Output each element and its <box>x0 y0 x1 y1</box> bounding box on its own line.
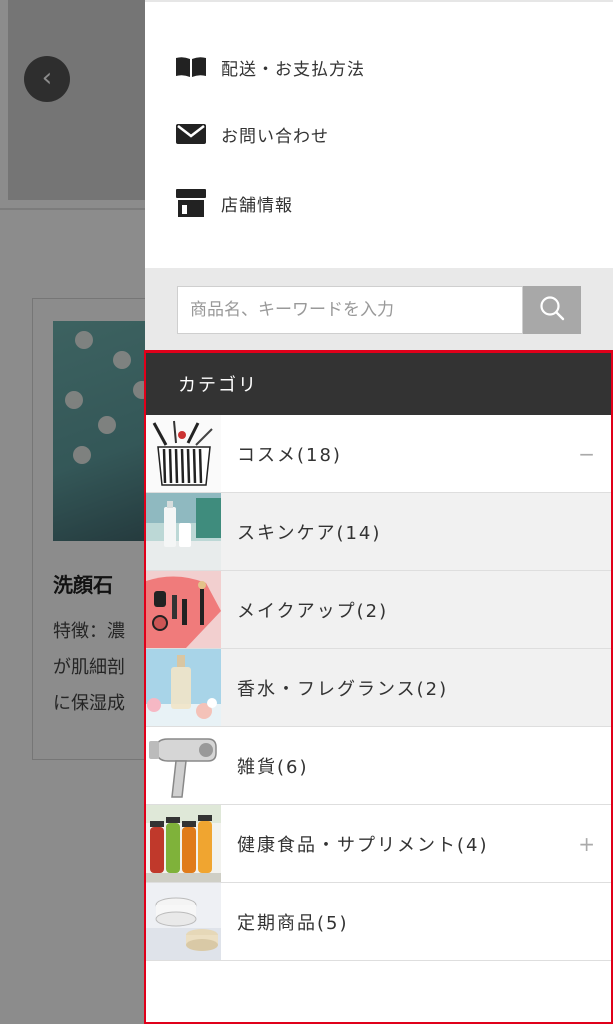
collapse-icon[interactable]: − <box>578 415 595 493</box>
menu-link-contact[interactable]: お問い合わせ <box>175 114 329 154</box>
book-icon <box>175 55 209 79</box>
menu-link-shipping-payment[interactable]: 配送・お支払方法 <box>175 47 365 87</box>
search-icon <box>538 294 566 326</box>
category-label: コスメ(18) <box>237 444 342 466</box>
category-item-health-food[interactable]: 健康食品・サプリメント(4) + <box>146 805 611 883</box>
category-item-goods[interactable]: 雑貨(6) <box>146 727 611 805</box>
category-label: 健康食品・サプリメント(4) <box>237 834 489 856</box>
category-thumbnail <box>146 805 221 882</box>
category-item-makeup[interactable]: メイクアップ(2) <box>146 571 611 649</box>
category-item-cosmetics[interactable]: コスメ(18) − <box>146 415 611 493</box>
store-icon <box>175 189 209 217</box>
category-thumbnail <box>146 571 221 648</box>
search-button[interactable] <box>523 286 581 334</box>
envelope-icon <box>175 122 209 146</box>
category-item-subscription[interactable]: 定期商品(5) <box>146 883 611 961</box>
category-item-skincare[interactable]: スキンケア(14) <box>146 493 611 571</box>
divider <box>145 0 613 2</box>
category-panel: カテゴリ コスメ(18) − スキンケア(14) メイクアップ(2) 香水・フレ… <box>144 350 613 1024</box>
category-thumbnail <box>146 415 221 492</box>
category-item-fragrance[interactable]: 香水・フレグランス(2) <box>146 649 611 727</box>
category-label: 香水・フレグランス(2) <box>237 678 449 700</box>
menu-link-label: 配送・お支払方法 <box>221 59 365 80</box>
menu-link-store-info[interactable]: 店舗情報 <box>175 183 293 223</box>
category-label: 定期商品(5) <box>237 912 349 934</box>
category-thumbnail <box>146 727 221 804</box>
category-header: カテゴリ <box>146 353 611 415</box>
search-input[interactable] <box>177 286 523 334</box>
category-label: スキンケア(14) <box>237 522 382 544</box>
category-thumbnail <box>146 883 221 960</box>
category-label: メイクアップ(2) <box>237 600 389 622</box>
search-bar <box>145 268 613 350</box>
expand-icon[interactable]: + <box>578 805 595 883</box>
category-thumbnail <box>146 649 221 726</box>
category-thumbnail <box>146 493 221 570</box>
menu-link-label: お問い合わせ <box>221 126 329 147</box>
category-label: 雑貨(6) <box>237 756 309 778</box>
menu-link-label: 店舗情報 <box>221 195 293 216</box>
